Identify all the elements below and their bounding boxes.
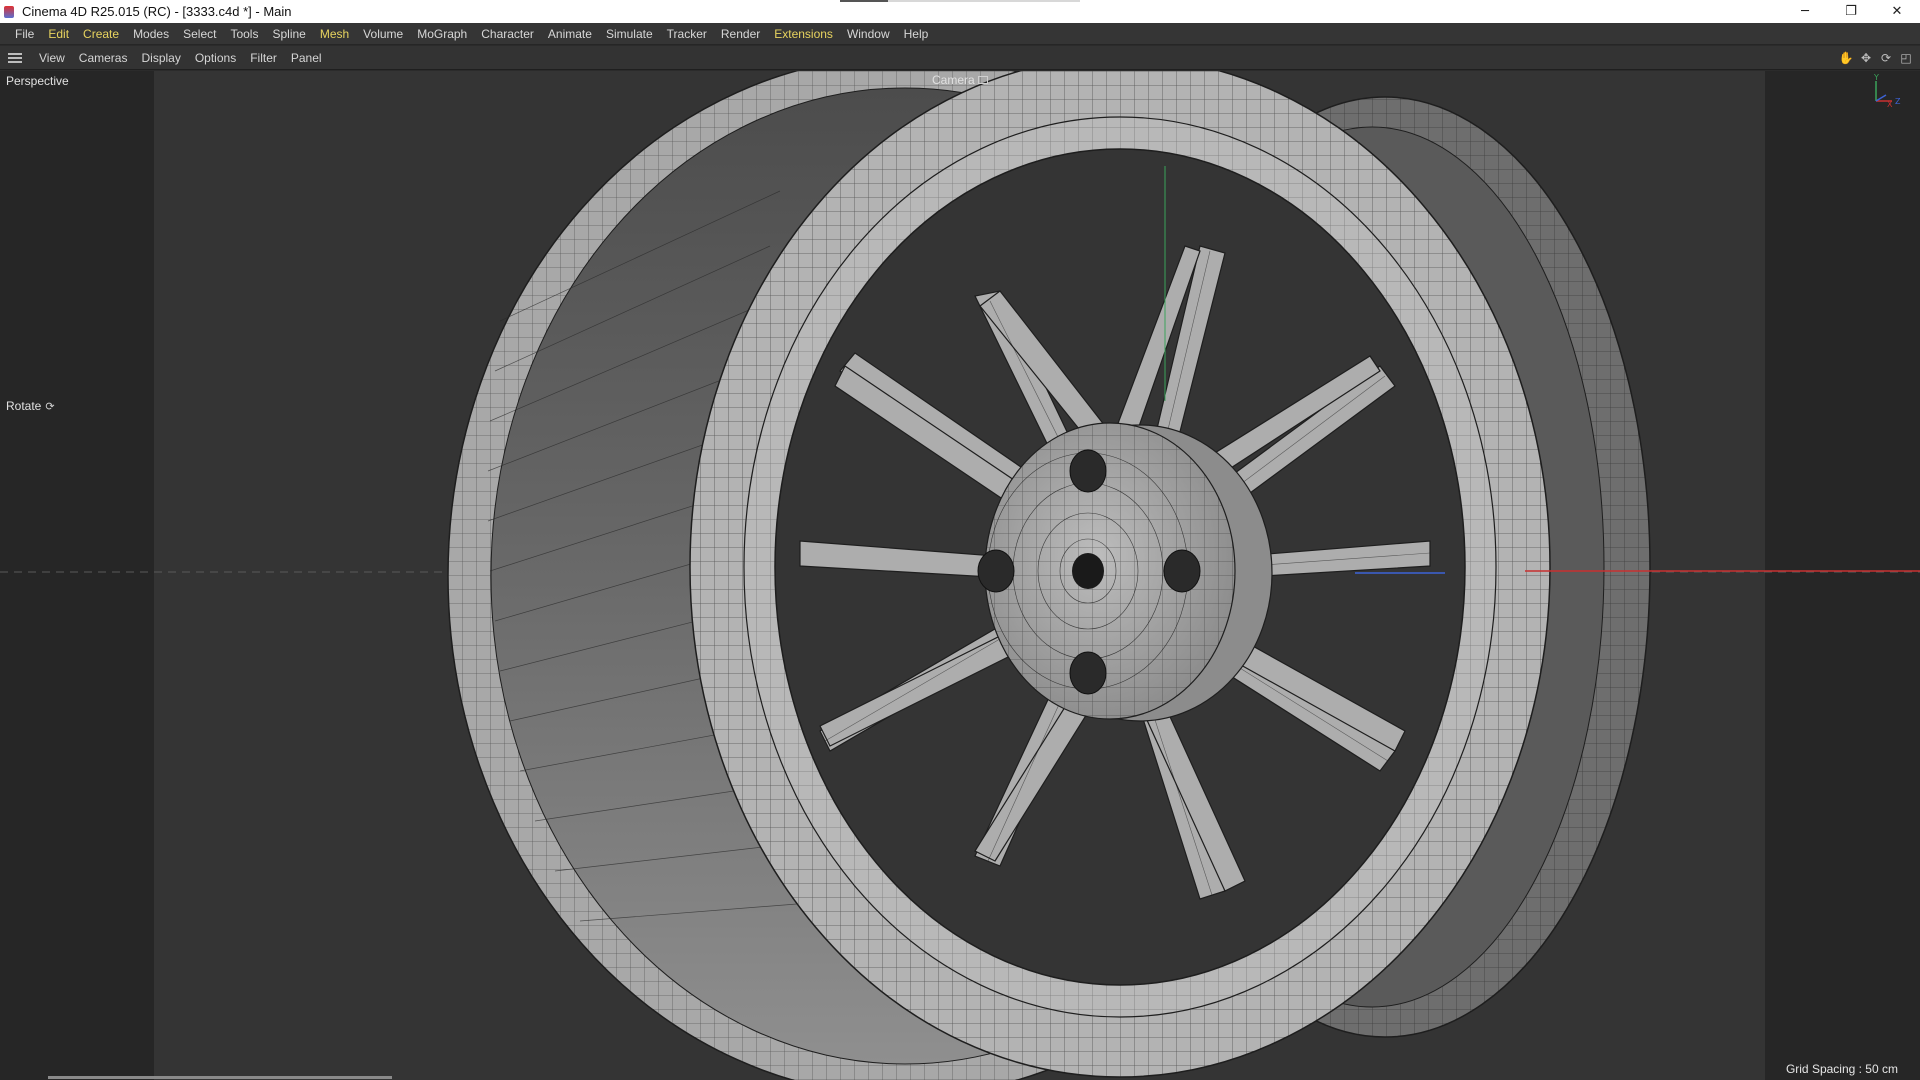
axis-z-label: Z [1895, 97, 1901, 106]
hamburger-menu-icon[interactable] [8, 52, 22, 63]
menu-animate[interactable]: Animate [541, 23, 599, 45]
cinema4d-logo-icon [4, 5, 14, 18]
menu-spline[interactable]: Spline [265, 23, 312, 45]
camera-icon [977, 76, 988, 84]
title-bar: Cinema 4D R25.015 (RC) - [3333.c4d *] - … [0, 0, 1920, 23]
close-button[interactable]: ✕ [1874, 0, 1920, 23]
axis-x-label: X [1887, 100, 1893, 109]
main-menu-bar: File Edit Create Modes Select Tools Spli… [0, 23, 1920, 45]
projection-label[interactable]: Perspective [6, 74, 69, 88]
title-progress-indicator [840, 0, 1080, 2]
axis-y-label: Y [1873, 73, 1879, 82]
menu-window[interactable]: Window [840, 23, 897, 45]
grid-spacing-label: Grid Spacing : 50 cm [1785, 1062, 1898, 1076]
horizontal-scrollbar[interactable] [48, 1076, 392, 1079]
arrow-move-icon[interactable]: ✥ [1858, 50, 1874, 66]
menu-create[interactable]: Create [76, 23, 126, 45]
active-tool-label: Rotate [6, 399, 42, 413]
menu-mesh[interactable]: Mesh [313, 23, 356, 45]
menu-render[interactable]: Render [714, 23, 767, 45]
viewport-menu-bar: View Cameras Display Options Filter Pane… [0, 46, 1920, 70]
rotate-icon: ⟳ [45, 400, 55, 413]
window-title: Cinema 4D R25.015 (RC) - [3333.c4d *] - … [22, 4, 292, 19]
viewport-menu-cameras[interactable]: Cameras [72, 51, 135, 65]
rotate-view-icon[interactable]: ⟳ [1878, 50, 1894, 66]
3d-viewport[interactable]: Perspective Rotate ⟳ Camera Y X Z Grid S… [0, 71, 1920, 1080]
camera-indicator[interactable]: Camera [932, 73, 988, 87]
maximize-view-icon[interactable]: ◰ [1898, 50, 1914, 66]
viewport-menu-filter[interactable]: Filter [243, 51, 284, 65]
menu-modes[interactable]: Modes [126, 23, 176, 45]
wheel-hub [977, 422, 1273, 722]
menu-character[interactable]: Character [474, 23, 541, 45]
menu-help[interactable]: Help [897, 23, 936, 45]
viewport-menu-view[interactable]: View [32, 51, 72, 65]
camera-label: Camera [932, 73, 975, 87]
viewport-nav-icons: ✋ ✥ ⟳ ◰ [1838, 50, 1914, 66]
menu-tools[interactable]: Tools [223, 23, 265, 45]
hand-move-icon[interactable]: ✋ [1838, 50, 1854, 66]
menu-simulate[interactable]: Simulate [599, 23, 660, 45]
menu-extensions[interactable]: Extensions [767, 23, 840, 45]
viewport-menu-panel[interactable]: Panel [284, 51, 329, 65]
menu-mograph[interactable]: MoGraph [410, 23, 474, 45]
viewport-menu-options[interactable]: Options [188, 51, 243, 65]
window-controls: ─ ❐ ✕ [1782, 0, 1920, 23]
menu-file[interactable]: File [8, 23, 41, 45]
minimize-button[interactable]: ─ [1782, 0, 1828, 23]
restore-button[interactable]: ❐ [1828, 0, 1874, 23]
menu-volume[interactable]: Volume [356, 23, 410, 45]
wheel-mesh-render[interactable] [0, 71, 1920, 1080]
active-tool-indicator: Rotate ⟳ [6, 399, 55, 413]
menu-tracker[interactable]: Tracker [660, 23, 714, 45]
menu-edit[interactable]: Edit [41, 23, 76, 45]
menu-select[interactable]: Select [176, 23, 223, 45]
viewport-menu-display[interactable]: Display [134, 51, 187, 65]
axis-gizmo: Y X Z [1873, 73, 1901, 109]
